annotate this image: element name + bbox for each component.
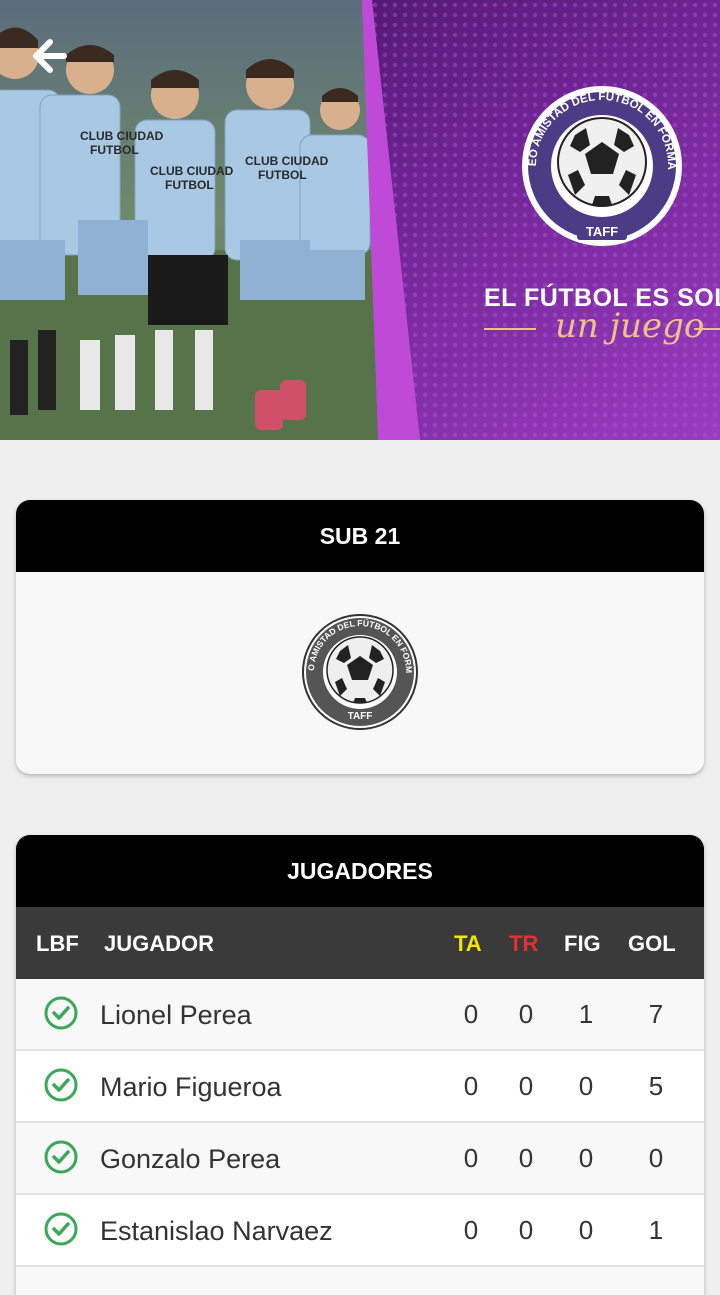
player-fig: 1 [578, 999, 594, 1029]
players-table-body: Lionel Perea 0 0 1 7 Mario Figueroa 0 0 … [16, 979, 704, 1267]
players-table-header: LBF JUGADOR TA TR FIG GOL [16, 907, 704, 979]
players-card: JUGADORES LBF JUGADOR TA TR FIG GOL Lion… [16, 835, 704, 1295]
player-ta: 0 [463, 999, 479, 1029]
col-fig: FIG [564, 931, 601, 956]
player-ta: 0 [463, 1071, 479, 1101]
svg-text:CLUB CIUDAD: CLUB CIUDAD [80, 129, 164, 143]
svg-text:FUTBOL: FUTBOL [258, 168, 307, 182]
check-circle-icon [44, 1068, 78, 1102]
player-tr: 0 [518, 1215, 534, 1245]
col-gol: GOL [628, 931, 676, 956]
check-circle-icon [44, 1140, 78, 1174]
category-card: SUB 21 TORNEO AMISTAD DEL FÚTBOL EN FORM… [16, 500, 704, 774]
svg-text:CLUB CIUDAD: CLUB CIUDAD [150, 164, 234, 178]
player-fig: 0 [578, 1215, 594, 1245]
col-tr: TR [509, 931, 539, 956]
player-fig: 0 [578, 1071, 594, 1101]
hero-banner: CLUB CIUDAD FUTBOL CLUB CIUDAD FUTBOL CL… [0, 0, 720, 440]
player-gol: 5 [648, 1071, 664, 1101]
col-player: JUGADOR [104, 931, 215, 956]
check-circle-icon [44, 996, 78, 1030]
svg-text:FUTBOL: FUTBOL [90, 143, 139, 157]
col-ta: TA [454, 931, 482, 956]
player-tr: 0 [518, 999, 534, 1029]
players-title: JUGADORES [16, 835, 704, 907]
player-gol: 1 [648, 1215, 664, 1245]
player-name: Mario Figueroa [100, 1072, 282, 1102]
player-tr: 0 [518, 1143, 534, 1173]
category-title: SUB 21 [16, 500, 704, 572]
player-ta: 0 [463, 1143, 479, 1173]
taff-logo: TORNEO AMISTAD DEL FÚTBOL EN FORMACIÓN T… [302, 614, 418, 730]
table-row[interactable]: Lionel Perea 0 0 1 7 [16, 979, 704, 1051]
table-row[interactable]: Gonzalo Perea 0 0 0 0 [16, 1123, 704, 1195]
svg-text:TAFF: TAFF [586, 224, 618, 239]
player-ta: 0 [463, 1215, 479, 1245]
player-fig: 0 [578, 1143, 594, 1173]
player-gol: 7 [648, 999, 664, 1029]
back-arrow-icon[interactable] [24, 30, 76, 82]
check-circle-icon [44, 1212, 78, 1246]
table-row[interactable]: Mario Figueroa 0 0 0 5 [16, 1051, 704, 1123]
col-lbf: LBF [36, 931, 79, 956]
player-gol: 0 [648, 1143, 664, 1173]
player-tr: 0 [518, 1071, 534, 1101]
player-name: Estanislao Narvaez [100, 1216, 333, 1246]
hero-slogan-script: un juego [555, 306, 705, 346]
player-name: Lionel Perea [100, 1000, 252, 1030]
hero-image: CLUB CIUDAD FUTBOL CLUB CIUDAD FUTBOL CL… [0, 0, 720, 440]
svg-text:FUTBOL: FUTBOL [165, 178, 214, 192]
svg-text:TAFF: TAFF [348, 711, 373, 722]
table-row[interactable]: Estanislao Narvaez 0 0 0 1 [16, 1195, 704, 1267]
svg-text:CLUB CIUDAD: CLUB CIUDAD [245, 154, 329, 168]
player-name: Gonzalo Perea [100, 1144, 281, 1174]
